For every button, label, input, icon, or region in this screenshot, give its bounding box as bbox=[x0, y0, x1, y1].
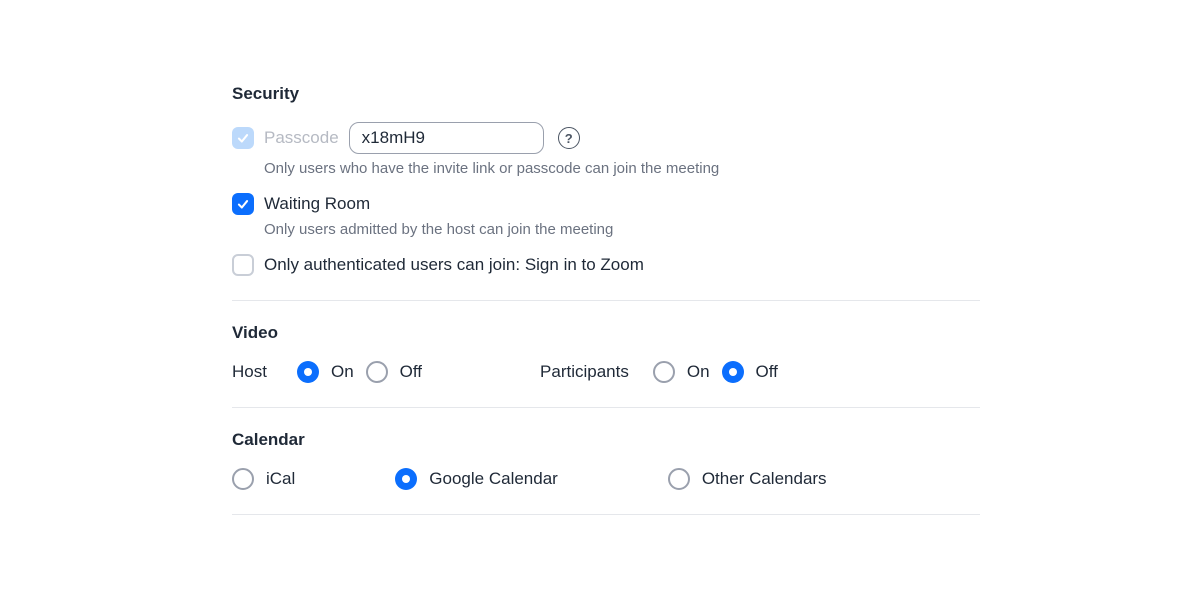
calendar-option-google: Google Calendar bbox=[395, 468, 558, 490]
host-label: Host bbox=[232, 362, 267, 382]
calendar-section: Calendar iCal Google Calendar Other Cale… bbox=[232, 430, 980, 515]
other-calendars-radio[interactable] bbox=[668, 468, 690, 490]
check-icon bbox=[236, 197, 250, 211]
host-on-radio[interactable] bbox=[297, 361, 319, 383]
google-calendar-label: Google Calendar bbox=[429, 469, 558, 489]
host-off-label: Off bbox=[400, 362, 422, 382]
calendar-option-ical: iCal bbox=[232, 468, 295, 490]
passcode-description: Only users who have the invite link or p… bbox=[264, 160, 980, 177]
waiting-room-label: Waiting Room bbox=[264, 194, 370, 214]
participants-off-radio[interactable] bbox=[722, 361, 744, 383]
auth-only-label: Only authenticated users can join: Sign … bbox=[264, 255, 644, 275]
participants-label: Participants bbox=[540, 362, 629, 382]
check-icon bbox=[236, 131, 250, 145]
security-title: Security bbox=[232, 84, 980, 104]
host-on-label: On bbox=[331, 362, 354, 382]
participants-off-label: Off bbox=[756, 362, 778, 382]
passcode-input[interactable] bbox=[349, 122, 544, 154]
divider bbox=[232, 514, 980, 515]
auth-only-option: Only authenticated users can join: Sign … bbox=[232, 254, 980, 276]
divider bbox=[232, 407, 980, 408]
other-calendars-label: Other Calendars bbox=[702, 469, 827, 489]
calendar-option-other: Other Calendars bbox=[668, 468, 827, 490]
participants-on-label: On bbox=[687, 362, 710, 382]
waiting-room-option: Waiting Room Only users admitted by the … bbox=[232, 193, 980, 238]
host-video-group: Host On Off bbox=[232, 361, 422, 383]
ical-radio[interactable] bbox=[232, 468, 254, 490]
passcode-checkbox[interactable] bbox=[232, 127, 254, 149]
participants-on-radio[interactable] bbox=[653, 361, 675, 383]
help-icon[interactable]: ? bbox=[558, 127, 580, 149]
security-section: Security Passcode ? Only users who have … bbox=[232, 84, 980, 301]
auth-only-checkbox[interactable] bbox=[232, 254, 254, 276]
waiting-room-description: Only users admitted by the host can join… bbox=[264, 221, 980, 238]
divider bbox=[232, 300, 980, 301]
video-title: Video bbox=[232, 323, 980, 343]
waiting-room-checkbox[interactable] bbox=[232, 193, 254, 215]
ical-label: iCal bbox=[266, 469, 295, 489]
host-off-radio[interactable] bbox=[366, 361, 388, 383]
passcode-option: Passcode ? Only users who have the invit… bbox=[232, 122, 980, 177]
video-section: Video Host On Off Participants On Off bbox=[232, 323, 980, 408]
participants-video-group: Participants On Off bbox=[540, 361, 778, 383]
google-calendar-radio[interactable] bbox=[395, 468, 417, 490]
passcode-label: Passcode bbox=[264, 128, 339, 148]
calendar-title: Calendar bbox=[232, 430, 980, 450]
